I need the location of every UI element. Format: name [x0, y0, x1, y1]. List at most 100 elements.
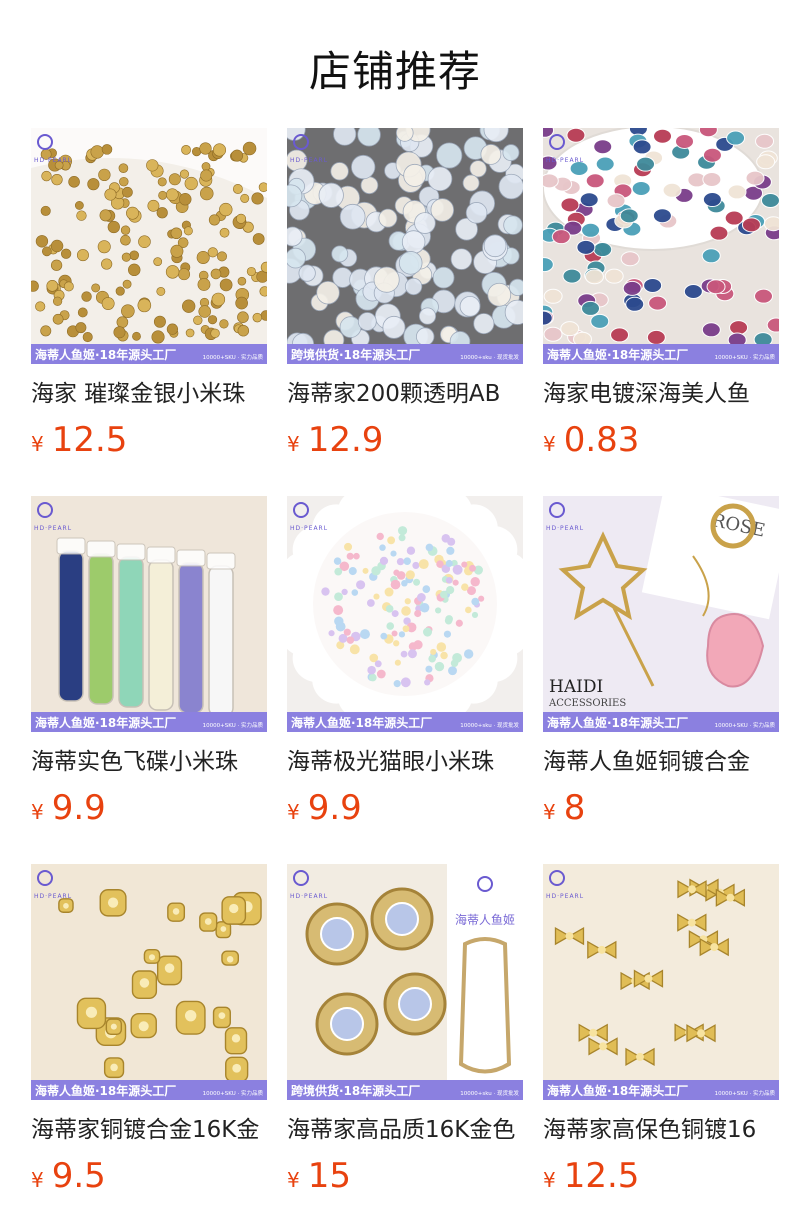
bead [643, 277, 663, 293]
bead [380, 632, 388, 640]
bead [584, 269, 604, 285]
bead [455, 619, 463, 627]
product-image[interactable]: ROSE HAIDI ACCESSORIES HD·PEARL 海蒂人鱼姬·18年源头工… [543, 496, 779, 732]
bead [212, 143, 227, 157]
currency-symbol: ¥ [287, 432, 300, 456]
product-image[interactable]: HD·PEARL 海蒂人鱼姬·18年源头工厂 10000+sku · 现货批发 [287, 496, 523, 732]
product-name[interactable]: 海蒂实色飞碟小米珠 [31, 746, 267, 778]
product-card[interactable]: 海蒂人鱼姬 HD·PEARL 跨境供货·18年源头工厂 10000+sku · 现货批… [287, 864, 523, 1198]
bead [240, 193, 250, 203]
bead [116, 316, 129, 328]
product-name[interactable]: 海家电镀深海美人鱼 [543, 378, 779, 410]
bead [119, 176, 129, 187]
product-card[interactable]: HD·PEARL 海蒂人鱼姬·18年源头工厂 10000+SKU · 实力品质 海蒂… [543, 864, 779, 1198]
bead [445, 559, 453, 568]
bead [287, 226, 303, 247]
product-image[interactable]: HD·PEARL 跨境供货·18年源头工厂 10000+sku · 现货批发 [287, 128, 523, 364]
bead [200, 169, 213, 182]
product-image[interactable]: HD·PEARL 海蒂人鱼姬·18年源头工厂 10000+SKU · 实力品质 [31, 496, 267, 732]
bead [452, 579, 459, 586]
currency-symbol: ¥ [543, 432, 556, 456]
bead [581, 222, 601, 238]
bead [41, 246, 52, 257]
bead [41, 170, 52, 182]
tube [118, 556, 144, 708]
bead [379, 556, 389, 566]
price-amount: 12.5 [563, 1156, 640, 1196]
bead [179, 193, 192, 206]
product-price: ¥12.9 [287, 418, 523, 462]
product-image[interactable]: HD·PEARL 海蒂人鱼姬·18年源头工厂 10000+SKU · 实力品质 [31, 128, 267, 364]
bead [469, 160, 487, 178]
bead [219, 319, 229, 329]
product-image[interactable]: HD·PEARL 海蒂人鱼姬·18年源头工厂 10000+SKU · 实力品质 [31, 864, 267, 1100]
bead [652, 208, 672, 224]
product-name[interactable]: 海蒂极光猫眼小米珠 [287, 746, 523, 778]
bead [146, 159, 159, 172]
bead [404, 277, 423, 296]
promo-banner: 海蒂人鱼姬·18年源头工厂 10000+SKU · 实力品质 [543, 712, 779, 732]
product-name[interactable]: 海蒂家高保色铜镀16 [543, 1114, 779, 1146]
bead [631, 180, 651, 196]
price-amount: 9.9 [51, 788, 106, 828]
product-image[interactable]: 海蒂人鱼姬 HD·PEARL 跨境供货·18年源头工厂 10000+sku · 现货批… [287, 864, 523, 1100]
product-image[interactable]: HD·PEARL 海蒂人鱼姬·18年源头工厂 10000+SKU · 实力品质 [543, 864, 779, 1100]
bead [231, 149, 244, 162]
product-card[interactable]: ROSE HAIDI ACCESSORIES HD·PEARL 海蒂人鱼姬·18年源头工… [543, 496, 779, 830]
bead [76, 249, 89, 262]
bead [367, 665, 376, 675]
tube [178, 562, 204, 714]
product-thumbnail: HD·PEARL 跨境供货·18年源头工厂 10000+sku · 现货批发 [287, 128, 523, 364]
bead [98, 168, 111, 182]
product-card[interactable]: HD·PEARL 海蒂人鱼姬·18年源头工厂 10000+sku · 现货批发 海蒂… [287, 496, 523, 830]
product-card[interactable]: HD·PEARL 海蒂人鱼姬·18年源头工厂 10000+SKU · 实力品质 海家… [543, 128, 779, 462]
banner-left-text: 海蒂人鱼姬·18年源头工厂 [35, 347, 176, 362]
price-amount: 12.5 [51, 420, 128, 460]
bead [632, 139, 652, 155]
product-name[interactable]: 海蒂家铜镀合金16K金 [31, 1114, 267, 1146]
bead [419, 603, 430, 613]
bead [452, 652, 462, 663]
product-card[interactable]: HD·PEARL 海蒂人鱼姬·18年源头工厂 10000+SKU · 实力品质 海蒂… [31, 864, 267, 1198]
bead [448, 666, 457, 676]
product-price: ¥0.83 [543, 418, 779, 462]
bead [646, 329, 666, 345]
bead [391, 630, 398, 637]
product-name[interactable]: 海蒂家200颗透明AB [287, 378, 523, 410]
bead [436, 642, 447, 652]
bead [382, 315, 406, 339]
bead [763, 216, 779, 232]
bead [346, 636, 355, 644]
bead [362, 567, 369, 574]
bead [581, 300, 601, 316]
bead [158, 190, 168, 200]
bead [334, 567, 343, 576]
bead [196, 250, 210, 265]
bead [625, 296, 645, 312]
product-card[interactable]: HD·PEARL 海蒂人鱼姬·18年源头工厂 10000+SKU · 实力品质 海家… [31, 128, 267, 462]
bead [428, 654, 436, 663]
product-name[interactable]: 海蒂家高品质16K金色 [287, 1114, 523, 1146]
bead [543, 288, 563, 304]
product-name[interactable]: 海家 璀璨金银小米珠 [31, 378, 267, 410]
bead [219, 202, 233, 217]
product-image[interactable]: HD·PEARL 海蒂人鱼姬·18年源头工厂 10000+SKU · 实力品质 [543, 128, 779, 364]
promo-banner: 海蒂人鱼姬·18年源头工厂 10000+SKU · 实力品质 [543, 1080, 779, 1100]
bead [551, 229, 571, 245]
product-thumbnail: HD·PEARL 海蒂人鱼姬·18年源头工厂 10000+sku · 现货批发 [287, 496, 523, 732]
banner-left-text: 海蒂人鱼姬·18年源头工厂 [35, 715, 176, 730]
bead [153, 315, 166, 328]
bead [99, 209, 112, 222]
bead [113, 326, 126, 339]
bead [137, 298, 152, 313]
bead [413, 578, 421, 586]
bead [335, 621, 346, 632]
product-card[interactable]: HD·PEARL 海蒂人鱼姬·18年源头工厂 10000+SKU · 实力品质 海蒂… [31, 496, 267, 830]
logo-text: HD·PEARL [290, 893, 328, 900]
bead [373, 266, 400, 293]
bead [398, 251, 423, 275]
bead [560, 197, 580, 213]
product-card[interactable]: HD·PEARL 跨境供货·18年源头工厂 10000+sku · 现货批发 海蒂家… [287, 128, 523, 462]
bead [236, 213, 247, 224]
product-name[interactable]: 海蒂人鱼姬铜镀合金 [543, 746, 779, 778]
